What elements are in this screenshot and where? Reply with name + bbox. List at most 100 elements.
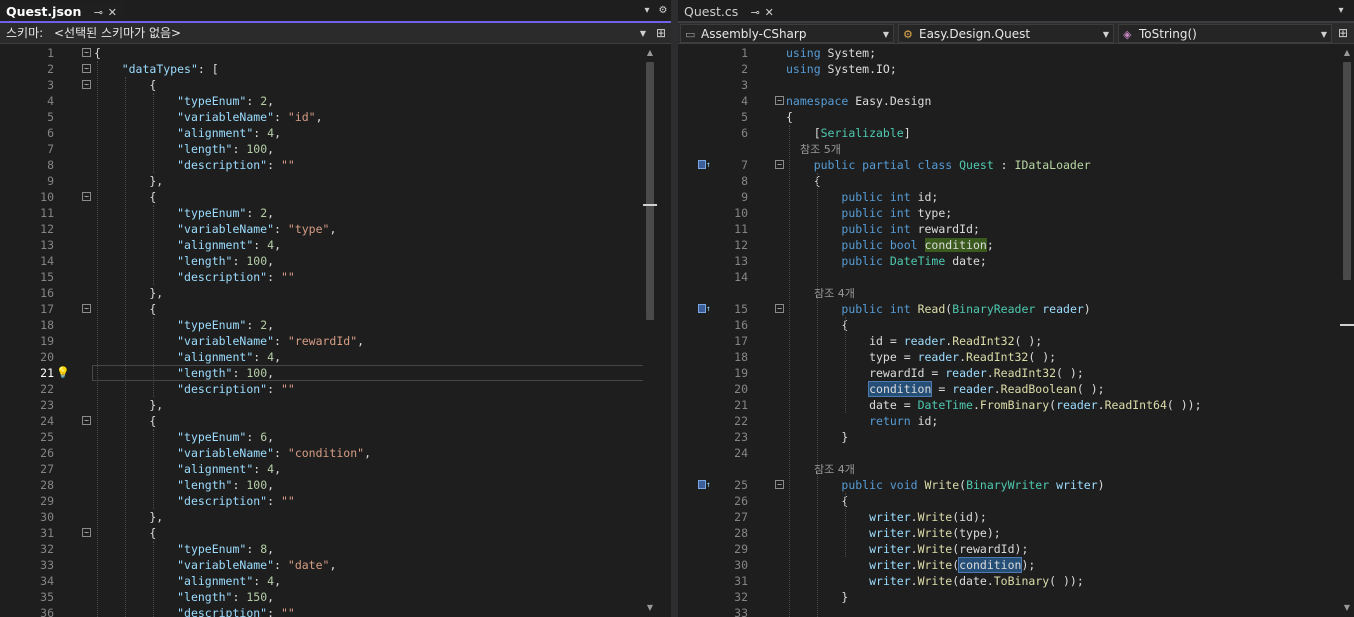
collapse-icon[interactable]: − bbox=[775, 96, 784, 105]
codelens-line[interactable]: 참조 4개 bbox=[678, 285, 1340, 301]
code-line[interactable]: 2 using System.IO; bbox=[678, 61, 1340, 77]
code-line[interactable]: 13 "alignment": 4, bbox=[0, 237, 657, 253]
code-line[interactable]: 4 − namespace Easy.Design bbox=[678, 93, 1340, 109]
code-line[interactable]: 8 "description": "" bbox=[0, 157, 657, 173]
collapse-icon[interactable]: − bbox=[82, 80, 91, 89]
code-line[interactable]: 5 "variableName": "id", bbox=[0, 109, 657, 125]
code-line[interactable]: 19 "variableName": "rewardId", bbox=[0, 333, 657, 349]
code-line[interactable]: 22 "description": "" bbox=[0, 381, 657, 397]
tab-list-dropdown-icon[interactable]: ▾ bbox=[1334, 3, 1348, 19]
scroll-up-icon[interactable]: ▲ bbox=[1340, 46, 1354, 60]
code-line[interactable]: 28 writer.Write(type); bbox=[678, 525, 1340, 541]
code-line[interactable]: 10− { bbox=[0, 189, 657, 205]
split-window-icon[interactable]: ⊞ bbox=[654, 24, 668, 43]
code-line[interactable]: 10 public int type; bbox=[678, 205, 1340, 221]
collapse-icon[interactable]: − bbox=[82, 192, 91, 201]
code-line[interactable]: 28 "length": 100, bbox=[0, 477, 657, 493]
code-line[interactable]: 29 writer.Write(rewardId); bbox=[678, 541, 1340, 557]
code-line[interactable]: 7− ↑ public partial class Quest : IDataLo… bbox=[678, 157, 1340, 173]
code-line[interactable]: 24 bbox=[678, 445, 1340, 461]
scroll-up-icon[interactable]: ▲ bbox=[643, 46, 657, 60]
code-line[interactable]: 31 writer.Write(date.ToBinary( )); bbox=[678, 573, 1340, 589]
code-line[interactable]: 25 "typeEnum": 6, bbox=[0, 429, 657, 445]
scroll-down-icon[interactable]: ▼ bbox=[643, 601, 657, 615]
code-line[interactable]: 29 "description": "" bbox=[0, 493, 657, 509]
collapse-icon[interactable]: − bbox=[82, 48, 91, 57]
code-line[interactable]: 1 −{ bbox=[0, 45, 657, 61]
pin-icon[interactable]: ⊸ bbox=[91, 3, 105, 22]
code-line[interactable]: 27 "alignment": 4, bbox=[0, 461, 657, 477]
code-line[interactable]: 5{ bbox=[678, 109, 1340, 125]
code-line[interactable]: 17 id = reader.ReadInt32( ); bbox=[678, 333, 1340, 349]
code-line[interactable]: 33 bbox=[678, 605, 1340, 617]
code-line[interactable]: 9 }, bbox=[0, 173, 657, 189]
scroll-down-icon[interactable]: ▼ bbox=[1340, 601, 1354, 615]
collapse-icon[interactable]: − bbox=[775, 304, 784, 313]
code-line[interactable]: 34 "alignment": 4, bbox=[0, 573, 657, 589]
code-line[interactable]: 15 "description": "" bbox=[0, 269, 657, 285]
code-line[interactable]: 32 } bbox=[678, 589, 1340, 605]
collapse-icon[interactable]: − bbox=[82, 416, 91, 425]
code-line[interactable]: 19 rewardId = reader.ReadInt32( ); bbox=[678, 365, 1340, 381]
tab-quest-json[interactable]: Quest.json ⊸ ✕ bbox=[0, 2, 126, 23]
close-icon[interactable]: ✕ bbox=[105, 3, 119, 22]
code-line[interactable]: 13 public DateTime date; bbox=[678, 253, 1340, 269]
code-line[interactable]: 💡 21 "length": 100, bbox=[0, 365, 657, 381]
code-line[interactable]: 26 "variableName": "condition", bbox=[0, 445, 657, 461]
code-line[interactable]: 6 [Serializable] bbox=[678, 125, 1340, 141]
code-line[interactable]: 12 "variableName": "type", bbox=[0, 221, 657, 237]
code-line[interactable]: 14 "length": 100, bbox=[0, 253, 657, 269]
csharp-code-editor[interactable]: 1 using System; 2 using System.IO; 3 4− namesp… bbox=[678, 44, 1340, 617]
scroll-thumb[interactable] bbox=[1343, 62, 1351, 280]
code-line[interactable]: 12 public bool condition; bbox=[678, 237, 1340, 253]
code-line[interactable]: 30 writer.Write(condition); bbox=[678, 557, 1340, 573]
code-line[interactable]: 1 using System; bbox=[678, 45, 1340, 61]
settings-icon[interactable]: ⚙ bbox=[656, 3, 670, 19]
project-dropdown[interactable]: ▭ Assembly-CSharp ▼ bbox=[680, 24, 894, 43]
code-line[interactable]: 32 "typeEnum": 8, bbox=[0, 541, 657, 557]
code-line[interactable]: 27 writer.Write(id); bbox=[678, 509, 1340, 525]
code-line[interactable]: 35 "length": 150, bbox=[0, 589, 657, 605]
collapse-icon[interactable]: − bbox=[82, 64, 91, 73]
code-line[interactable]: 8 { bbox=[678, 173, 1340, 189]
code-line[interactable]: 23 }, bbox=[0, 397, 657, 413]
code-line[interactable]: 15− ↑ public int Read(BinaryReader reader… bbox=[678, 301, 1340, 317]
code-line[interactable]: 3− { bbox=[0, 77, 657, 93]
left-vertical-scrollbar[interactable]: ▲ ▼ bbox=[643, 44, 657, 617]
code-line[interactable]: 36 "description": "" bbox=[0, 605, 657, 617]
codelens-references[interactable]: 참조 5개 bbox=[786, 143, 841, 156]
code-line[interactable]: 11 "typeEnum": 2, bbox=[0, 205, 657, 221]
code-line[interactable]: 2 − "dataTypes": [ bbox=[0, 61, 657, 77]
codelens-references[interactable]: 참조 4개 bbox=[786, 287, 855, 300]
right-vertical-scrollbar[interactable]: ▲ ▼ bbox=[1340, 44, 1354, 617]
code-line[interactable]: 20 "alignment": 4, bbox=[0, 349, 657, 365]
code-line[interactable]: 33 "variableName": "date", bbox=[0, 557, 657, 573]
member-dropdown[interactable]: ◈ ToString() ▼ bbox=[1118, 24, 1332, 43]
code-line[interactable]: 16 { bbox=[678, 317, 1340, 333]
json-code-editor[interactable]: 1−{2− "dataTypes": [3− {4 "typeEnum": 2,… bbox=[0, 44, 657, 617]
codelens-line[interactable]: 참조 5개 bbox=[678, 141, 1340, 157]
codelens-references[interactable]: 참조 4개 bbox=[786, 463, 855, 476]
pane-splitter[interactable] bbox=[671, 0, 678, 617]
code-line[interactable]: 31− { bbox=[0, 525, 657, 541]
close-icon[interactable]: ✕ bbox=[762, 3, 776, 22]
split-window-icon[interactable]: ⊞ bbox=[1336, 24, 1350, 43]
code-line[interactable]: 3 bbox=[678, 77, 1340, 93]
implements-interface-icon[interactable]: ↑ bbox=[698, 304, 712, 314]
code-line[interactable]: 18 "typeEnum": 2, bbox=[0, 317, 657, 333]
implements-interface-icon[interactable]: ↑ bbox=[698, 480, 712, 490]
code-line[interactable]: 18 type = reader.ReadInt32( ); bbox=[678, 349, 1340, 365]
code-line[interactable]: 23 } bbox=[678, 429, 1340, 445]
code-line[interactable]: 14 bbox=[678, 269, 1340, 285]
code-line[interactable]: 21 date = DateTime.FromBinary(reader.Rea… bbox=[678, 397, 1340, 413]
lightbulb-icon[interactable]: 💡 bbox=[56, 366, 70, 380]
collapse-icon[interactable]: − bbox=[82, 304, 91, 313]
code-line[interactable]: 6 "alignment": 4, bbox=[0, 125, 657, 141]
schema-dropdown[interactable]: <선택된 스키마가 없음> ▼ bbox=[50, 24, 650, 43]
code-line[interactable]: 30 }, bbox=[0, 509, 657, 525]
codelens-line[interactable]: 참조 4개 bbox=[678, 461, 1340, 477]
collapse-icon[interactable]: − bbox=[775, 480, 784, 489]
scroll-thumb[interactable] bbox=[646, 62, 654, 320]
implements-interface-icon[interactable]: ↑ bbox=[698, 160, 712, 170]
class-dropdown[interactable]: ⚙ Easy.Design.Quest ▼ bbox=[898, 24, 1114, 43]
